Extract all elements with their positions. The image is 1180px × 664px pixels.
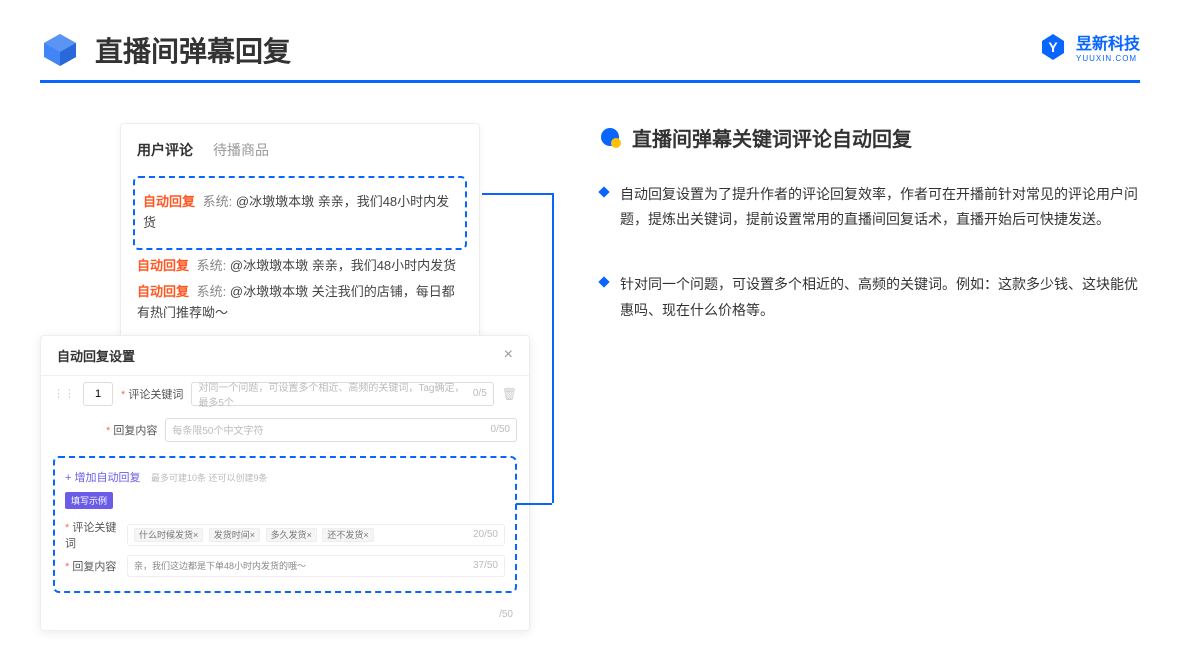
- bullet-text: 针对同一个问题，可设置多个相近的、高频的关键词。例如：这款多少钱、这块能优惠吗、…: [620, 272, 1140, 322]
- content-row: 回复内容 每条限50个中文字符 0/50: [41, 412, 529, 448]
- section-title-text: 直播间弹幕关键词评论自动回复: [632, 123, 912, 152]
- auto-reply-badge: 自动回复: [137, 284, 189, 299]
- comments-card: 用户评论 待播商品 自动回复 系统: @冰墩墩本墩 亲亲，我们48小时内发货 自…: [120, 123, 480, 347]
- drag-handle-icon[interactable]: ⋮⋮: [53, 387, 75, 400]
- comment-row: 自动回复 系统: @冰墩墩本墩 亲亲，我们48小时内发货: [137, 256, 463, 277]
- example-content-text: 亲，我们这边都是下单48小时内发货的哦～: [134, 559, 306, 572]
- comment-row: 自动回复 系统: @冰墩墩本墩 关注我们的店铺，每日都有热门推荐呦～: [137, 282, 463, 324]
- bullet-item: 针对同一个问题，可设置多个相近的、高频的关键词。例如：这款多少钱、这块能优惠吗、…: [600, 272, 1140, 322]
- tab-user-comments[interactable]: 用户评论: [137, 140, 193, 160]
- brand-logo: Y 昱新科技 YUUXIN.COM: [1038, 30, 1140, 63]
- system-label: 系统:: [197, 284, 227, 299]
- bullet-text: 自动回复设置为了提升作者的评论回复效率，作者可在开播前针对常见的评论用户问题，提…: [620, 182, 1140, 232]
- auto-reply-badge: 自动回复: [143, 194, 195, 209]
- char-counter: 20/50: [473, 529, 498, 540]
- section-heading: 直播间弹幕关键词评论自动回复: [600, 123, 1140, 152]
- example-content-row: 回复内容 亲，我们这边都是下单48小时内发货的哦～ 37/50: [65, 555, 505, 577]
- page-title: 直播间弹幕回复: [95, 30, 291, 70]
- screenshot-panel: 用户评论 待播商品 自动回复 系统: @冰墩墩本墩 亲亲，我们48小时内发货 自…: [40, 123, 540, 631]
- page-header: 直播间弹幕回复: [0, 0, 1180, 80]
- highlighted-comment: 自动回复 系统: @冰墩墩本墩 亲亲，我们48小时内发货: [133, 176, 467, 250]
- keyword-row: ⋮⋮ 评论关键词 对同一个问题，可设置多个相近、高频的关键词，Tag确定，最多5…: [41, 376, 529, 412]
- close-icon[interactable]: ×: [504, 346, 513, 364]
- add-hint: 最多可建10条 还可以创建9条: [151, 473, 268, 483]
- system-label: 系统:: [203, 194, 233, 209]
- system-label: 系统:: [197, 258, 227, 273]
- bottom-counter: /50: [41, 609, 529, 630]
- example-kw-label: 评论关键词: [65, 519, 121, 551]
- trash-icon[interactable]: 🗑: [502, 387, 517, 401]
- tag-item[interactable]: 多久发货×: [266, 528, 317, 542]
- modal-header: 自动回复设置 ×: [41, 336, 529, 376]
- logo-name: 昱新科技: [1076, 36, 1140, 53]
- example-badge: 填写示例: [65, 492, 113, 509]
- example-keyword-row: 评论关键词 什么时候发货× 发货时间× 多久发货× 还不发货× 20/50: [65, 519, 505, 551]
- example-kw-input[interactable]: 什么时候发货× 发货时间× 多久发货× 还不发货× 20/50: [127, 524, 505, 546]
- modal-title: 自动回复设置: [57, 346, 135, 365]
- diamond-icon: [598, 186, 609, 197]
- placeholder-text: 每条限50个中文字符: [172, 422, 263, 437]
- header-cube-icon: [40, 30, 80, 70]
- tag-list: 什么时候发货× 发货时间× 多久发货× 还不发货×: [134, 528, 377, 541]
- bubble-icon: [600, 127, 622, 149]
- char-counter: 0/50: [491, 424, 510, 435]
- keyword-input[interactable]: 对同一个问题，可设置多个相近、高频的关键词，Tag确定，最多5个 0/5: [191, 382, 493, 406]
- content-input[interactable]: 每条限50个中文字符 0/50: [165, 418, 517, 442]
- svg-text:Y: Y: [1048, 39, 1058, 55]
- logo-icon: Y: [1038, 32, 1068, 62]
- tab-pending-products[interactable]: 待播商品: [213, 140, 269, 160]
- example-content-input[interactable]: 亲，我们这边都是下单48小时内发货的哦～ 37/50: [127, 555, 505, 577]
- settings-modal: 自动回复设置 × ⋮⋮ 评论关键词 对同一个问题，可设置多个相近、高频的关键词，…: [40, 335, 530, 631]
- add-reply-link[interactable]: + 增加自动回复: [65, 472, 140, 484]
- bullet-item: 自动回复设置为了提升作者的评论回复效率，作者可在开播前针对常见的评论用户问题，提…: [600, 182, 1140, 232]
- tag-item[interactable]: 什么时候发货×: [134, 528, 203, 542]
- example-section: + 增加自动回复 最多可建10条 还可以创建9条 填写示例 评论关键词 什么时候…: [53, 456, 517, 593]
- comment-tabs: 用户评论 待播商品: [137, 140, 463, 160]
- logo-url: YUUXIN.COM: [1076, 54, 1140, 63]
- tag-item[interactable]: 还不发货×: [322, 528, 373, 542]
- placeholder-text: 对同一个问题，可设置多个相近、高频的关键词，Tag确定，最多5个: [198, 379, 473, 409]
- order-input[interactable]: [83, 382, 113, 406]
- comment-text: @冰墩墩本墩 亲亲，我们48小时内发货: [230, 258, 456, 273]
- comment-row: 自动回复 系统: @冰墩墩本墩 亲亲，我们48小时内发货: [143, 192, 457, 234]
- char-counter: 37/50: [473, 560, 498, 571]
- diamond-icon: [598, 277, 609, 288]
- explanation-panel: 直播间弹幕关键词评论自动回复 自动回复设置为了提升作者的评论回复效率，作者可在开…: [540, 123, 1140, 631]
- tag-item[interactable]: 发货时间×: [209, 528, 260, 542]
- char-counter: 0/5: [473, 388, 487, 399]
- content-label: 回复内容: [106, 422, 157, 438]
- example-content-label: 回复内容: [65, 558, 121, 574]
- auto-reply-badge: 自动回复: [137, 258, 189, 273]
- keyword-label: 评论关键词: [121, 386, 183, 402]
